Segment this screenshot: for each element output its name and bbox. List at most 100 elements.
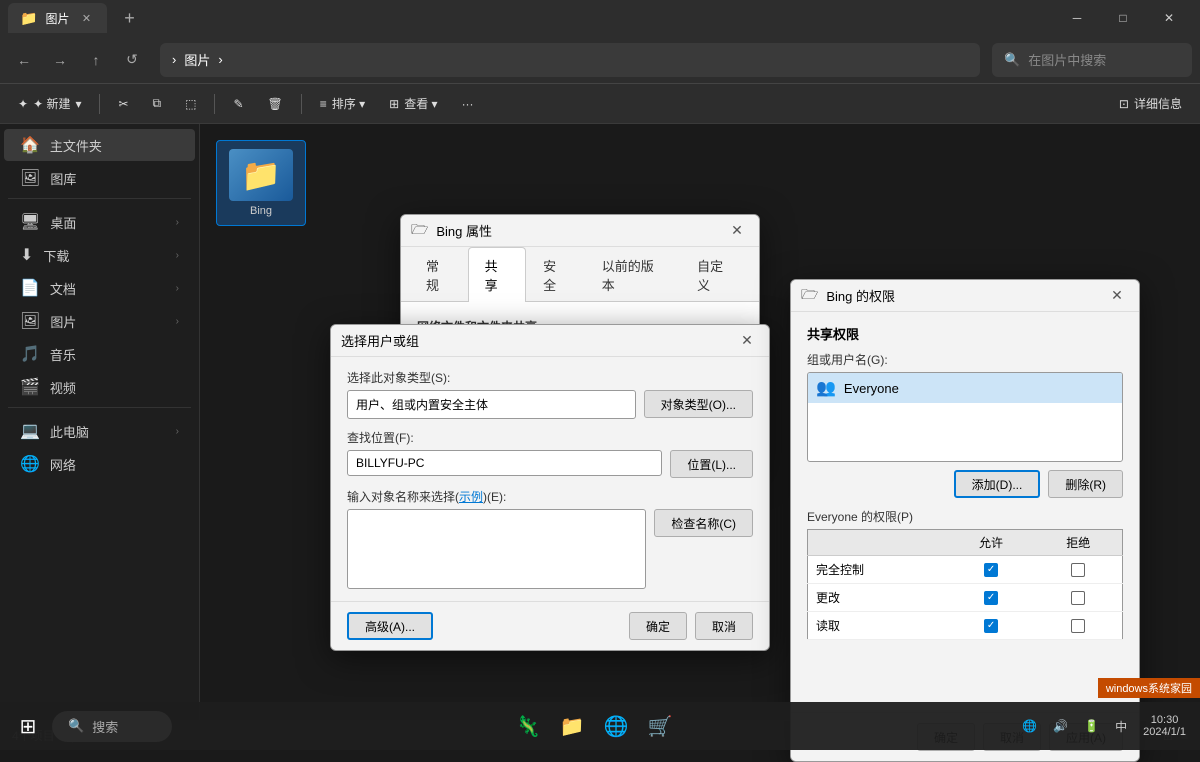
user-item-everyone[interactable]: 👥 Everyone bbox=[808, 373, 1122, 403]
cut-button[interactable]: ✂ bbox=[108, 93, 138, 115]
up-button[interactable]: ↑ bbox=[80, 44, 112, 76]
perm-allow-change[interactable]: ✓ bbox=[948, 584, 1035, 612]
select-ok-button[interactable]: 确定 bbox=[629, 612, 687, 640]
address-bar[interactable]: › 图片 › bbox=[160, 43, 980, 77]
sidebar-item-home[interactable]: 🏠 主文件夹 bbox=[4, 129, 195, 161]
search-bar[interactable]: 🔍 在图片中搜索 bbox=[992, 43, 1192, 77]
new-tab-button[interactable]: + bbox=[115, 4, 143, 32]
dialog-folder-icon: 🗁 bbox=[411, 219, 428, 243]
sidebar-label-home: 主文件夹 bbox=[50, 136, 102, 155]
delete-button[interactable]: 🗑 bbox=[258, 93, 293, 115]
start-button[interactable]: ⊞ bbox=[8, 706, 48, 746]
tray-language[interactable]: 中 bbox=[1109, 714, 1133, 739]
checkbox-deny-change[interactable] bbox=[1071, 591, 1085, 605]
tab-folder-icon: 📁 bbox=[20, 10, 37, 27]
details-icon: ⊡ bbox=[1119, 97, 1129, 111]
tray-battery-icon[interactable]: 🔋 bbox=[1078, 715, 1105, 737]
main-layout: 🏠 主文件夹 🖼 图库 🖥 桌面 › ⬇ 下载 › 📄 文档 › 🖼 图片 › bbox=[0, 124, 1200, 720]
copy-button[interactable]: ⧉ bbox=[143, 92, 172, 115]
object-name-input[interactable] bbox=[347, 509, 646, 589]
tray-volume-icon[interactable]: 🔊 bbox=[1047, 715, 1074, 737]
details-button[interactable]: ⊡ 详细信息 bbox=[1109, 91, 1192, 116]
example-link[interactable]: 示例 bbox=[459, 490, 483, 504]
taskbar-app-3[interactable]: 🛒 bbox=[640, 706, 680, 746]
tab-previous-versions[interactable]: 以前的版本 bbox=[585, 247, 680, 302]
tray-clock[interactable]: 10:30 2024/1/1 bbox=[1137, 710, 1192, 742]
advanced-button[interactable]: 高级(A)... bbox=[347, 612, 433, 640]
sidebar-item-gallery[interactable]: 🖼 图库 bbox=[4, 162, 195, 194]
sidebar-item-documents[interactable]: 📄 文档 › bbox=[4, 272, 195, 304]
checkbox-deny-read[interactable] bbox=[1071, 619, 1085, 633]
perm-deny-full-control[interactable] bbox=[1034, 556, 1122, 584]
sidebar-label-downloads: 下载 bbox=[43, 246, 69, 265]
sidebar-label-desktop: 桌面 bbox=[50, 213, 76, 232]
new-button[interactable]: ✦ ✦ 新建 ▾ bbox=[8, 91, 91, 116]
back-button[interactable]: ← bbox=[8, 44, 40, 76]
check-names-button[interactable]: 检查名称(C) bbox=[654, 509, 753, 537]
sidebar-item-thispc[interactable]: 💻 此电脑 › bbox=[4, 415, 195, 447]
user-icon-everyone: 👥 bbox=[816, 378, 836, 398]
sort-button[interactable]: ≡ 排序 ▾ bbox=[310, 91, 375, 116]
sort-label: 排序 ▾ bbox=[332, 95, 365, 112]
input-label: 输入对象名称来选择(示例)(E): bbox=[347, 488, 753, 505]
navbar: ← → ↑ ↺ › 图片 › 🔍 在图片中搜索 bbox=[0, 36, 1200, 84]
sidebar-item-music[interactable]: 🎵 音乐 bbox=[4, 338, 195, 370]
tab-share[interactable]: 共享 bbox=[468, 247, 527, 302]
select-cancel-button[interactable]: 取消 bbox=[695, 612, 753, 640]
checkbox-allow-full[interactable]: ✓ bbox=[984, 563, 998, 577]
perm-actions: 添加(D)... 删除(R) bbox=[807, 470, 1123, 498]
more-button[interactable]: ··· bbox=[452, 93, 484, 115]
perm-deny-read[interactable] bbox=[1034, 612, 1122, 640]
sidebar-item-desktop[interactable]: 🖥 桌面 › bbox=[4, 206, 195, 238]
toolbar-separator-1 bbox=[99, 94, 100, 114]
remove-user-button[interactable]: 删除(R) bbox=[1048, 470, 1123, 498]
minimize-button[interactable]: ─ bbox=[1054, 0, 1100, 36]
sidebar-item-videos[interactable]: 🎬 视频 bbox=[4, 371, 195, 403]
tray-network-icon[interactable]: 🌐 bbox=[1016, 715, 1043, 737]
perm-deny-change[interactable] bbox=[1034, 584, 1122, 612]
perm-allow-full-control[interactable]: ✓ bbox=[948, 556, 1035, 584]
path-chevron: › bbox=[218, 52, 222, 67]
view-button[interactable]: ⊞ 查看 ▾ bbox=[379, 91, 447, 116]
view-label: 查看 ▾ bbox=[404, 95, 437, 112]
checkbox-allow-read[interactable]: ✓ bbox=[984, 619, 998, 633]
permissions-close-button[interactable]: ✕ bbox=[1105, 284, 1129, 308]
forward-button[interactable]: → bbox=[44, 44, 76, 76]
location-input-row: BILLYFU-PC 位置(L)... bbox=[347, 450, 753, 478]
tab-general[interactable]: 常规 bbox=[409, 247, 468, 302]
select-user-close-button[interactable]: ✕ bbox=[735, 329, 759, 353]
tab-security[interactable]: 安全 bbox=[526, 247, 585, 302]
refresh-button[interactable]: ↺ bbox=[116, 44, 148, 76]
table-row: 读取 ✓ bbox=[808, 612, 1123, 640]
taskbar-app-0[interactable]: 🦎 bbox=[508, 706, 548, 746]
maximize-button[interactable]: □ bbox=[1100, 0, 1146, 36]
taskbar-app-2[interactable]: 🌐 bbox=[596, 706, 636, 746]
rename-button[interactable]: ✎ bbox=[223, 93, 253, 115]
sidebar-item-network[interactable]: 🌐 网络 bbox=[4, 448, 195, 480]
checkbox-allow-change[interactable]: ✓ bbox=[984, 591, 998, 605]
active-tab[interactable]: 📁 图片 ✕ bbox=[8, 3, 107, 33]
more-label: ··· bbox=[462, 97, 474, 111]
tab-customize[interactable]: 自定义 bbox=[680, 247, 751, 302]
close-button[interactable]: ✕ bbox=[1146, 0, 1192, 36]
sidebar-item-pictures[interactable]: 🖼 图片 › bbox=[4, 305, 195, 337]
toolbar-separator-2 bbox=[214, 94, 215, 114]
checkbox-deny-full[interactable] bbox=[1071, 563, 1085, 577]
sidebar-label-thispc: 此电脑 bbox=[50, 422, 89, 441]
watermark: windows系统家园 bbox=[1098, 678, 1200, 698]
permissions-dialog-title: Bing 的权限 bbox=[826, 286, 1097, 305]
sidebar-label-network: 网络 bbox=[50, 455, 76, 474]
dialog-close-button[interactable]: ✕ bbox=[725, 219, 749, 243]
object-type-button[interactable]: 对象类型(O)... bbox=[644, 390, 753, 418]
taskbar-app-1[interactable]: 📁 bbox=[552, 706, 592, 746]
location-button[interactable]: 位置(L)... bbox=[670, 450, 753, 478]
add-user-button[interactable]: 添加(D)... bbox=[954, 470, 1041, 498]
tab-close-button[interactable]: ✕ bbox=[77, 9, 95, 27]
object-type-label: 选择此对象类型(S): bbox=[347, 369, 753, 386]
table-row: 完全控制 ✓ bbox=[808, 556, 1123, 584]
paste-button[interactable]: ⬚ bbox=[175, 93, 206, 115]
taskbar-search[interactable]: 🔍 搜索 bbox=[52, 711, 172, 742]
perm-allow-read[interactable]: ✓ bbox=[948, 612, 1035, 640]
gallery-icon: 🖼 bbox=[20, 168, 40, 188]
sidebar-item-downloads[interactable]: ⬇ 下载 › bbox=[4, 239, 195, 271]
